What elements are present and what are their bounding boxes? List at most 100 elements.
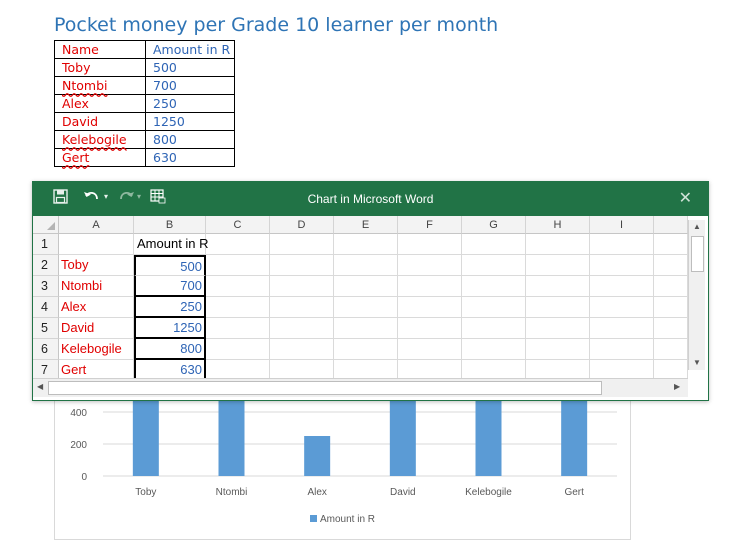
row-header-4[interactable]: 4 [33,297,59,318]
empty-cell[interactable] [334,234,398,255]
empty-cell[interactable] [590,360,654,378]
empty-cell[interactable] [590,297,654,318]
empty-cell[interactable] [270,234,334,255]
empty-cell[interactable] [334,360,398,378]
spreadsheet-grid[interactable]: A B C D E F G H I 1 2 3 4 5 6 7 Amount i… [33,216,688,378]
empty-cell[interactable] [398,276,462,297]
column-header-f[interactable]: F [398,216,462,234]
empty-cell[interactable] [206,360,270,378]
cell-a1[interactable] [59,234,134,255]
cell-a4[interactable]: Alex [59,297,134,318]
column-header-h[interactable]: H [526,216,590,234]
column-header-i[interactable]: I [590,216,654,234]
vertical-scroll-thumb[interactable] [691,236,704,272]
empty-cell[interactable] [334,297,398,318]
row-header-1[interactable]: 1 [33,234,59,255]
empty-cell[interactable] [398,318,462,339]
empty-cell[interactable] [590,339,654,360]
empty-cell[interactable] [654,297,688,318]
cell-a3[interactable]: Ntombi [59,276,134,297]
cell-b5[interactable]: 1250 [134,318,206,339]
empty-cell[interactable] [462,318,526,339]
empty-cell[interactable] [398,297,462,318]
empty-cell[interactable] [270,297,334,318]
empty-cell[interactable] [398,339,462,360]
cell-a7[interactable]: Gert [59,360,134,378]
cell-b4[interactable]: 250 [134,297,206,318]
empty-cell[interactable] [654,276,688,297]
empty-cell[interactable] [398,255,462,276]
empty-cell[interactable] [526,297,590,318]
empty-cell[interactable] [526,360,590,378]
empty-cell[interactable] [654,318,688,339]
empty-cell[interactable] [270,360,334,378]
empty-cell[interactable] [462,255,526,276]
cell-b7[interactable]: 630 [134,360,206,378]
empty-cell[interactable] [526,318,590,339]
empty-cell[interactable] [526,255,590,276]
row-header-6[interactable]: 6 [33,339,59,360]
empty-cell[interactable] [270,255,334,276]
cell-b3[interactable]: 700 [134,276,206,297]
cell-b2[interactable]: 500 [134,255,206,276]
cell-a2[interactable]: Toby [59,255,134,276]
empty-cell[interactable] [590,318,654,339]
select-all-corner[interactable] [33,216,59,234]
empty-cell[interactable] [398,234,462,255]
empty-cell[interactable] [206,297,270,318]
row-header-2[interactable]: 2 [33,255,59,276]
horizontal-scroll-thumb[interactable] [48,381,602,395]
empty-cell[interactable] [462,360,526,378]
scroll-up-icon[interactable]: ▲ [693,222,701,231]
column-header-c[interactable]: C [206,216,270,234]
column-header-g[interactable]: G [462,216,526,234]
empty-cell[interactable] [462,297,526,318]
cell-b1[interactable]: Amount in R [134,234,209,255]
scroll-down-icon[interactable]: ▼ [693,358,701,367]
column-header-a[interactable]: A [59,216,134,234]
empty-cell[interactable] [206,318,270,339]
empty-cell[interactable] [462,234,526,255]
column-header-j[interactable] [654,216,688,234]
row-header-3[interactable]: 3 [33,276,59,297]
empty-cell[interactable] [654,234,688,255]
empty-cell[interactable] [462,339,526,360]
row-header-7[interactable]: 7 [33,360,59,378]
empty-cell[interactable] [590,234,654,255]
empty-cell[interactable] [462,276,526,297]
empty-cell[interactable] [206,255,270,276]
empty-cell[interactable] [334,255,398,276]
cell-c1[interactable] [206,234,270,255]
empty-cell[interactable] [526,276,590,297]
scroll-right-icon[interactable]: ▶ [674,382,680,391]
empty-cell[interactable] [270,318,334,339]
cell-a6[interactable]: Kelebogile [59,339,134,360]
row-header-5[interactable]: 5 [33,318,59,339]
chart-data-window[interactable]: ▾ ▾ Chart in Microsoft Word ✕ A B C D E … [32,181,709,401]
empty-cell[interactable] [334,276,398,297]
empty-cell[interactable] [654,255,688,276]
empty-cell[interactable] [654,339,688,360]
empty-cell[interactable] [270,339,334,360]
column-header-b[interactable]: B [134,216,206,234]
scroll-left-icon[interactable]: ◀ [37,382,43,391]
cell-b6[interactable]: 800 [134,339,206,360]
column-header-d[interactable]: D [270,216,334,234]
empty-cell[interactable] [206,339,270,360]
empty-cell[interactable] [398,360,462,378]
empty-cell[interactable] [526,339,590,360]
empty-cell[interactable] [526,234,590,255]
horizontal-scrollbar[interactable]: ◀ ▶ [33,378,688,397]
empty-cell[interactable] [270,276,334,297]
empty-cell[interactable] [590,255,654,276]
empty-cell[interactable] [206,276,270,297]
empty-cell[interactable] [334,318,398,339]
empty-cell[interactable] [334,339,398,360]
empty-cell[interactable] [590,276,654,297]
vertical-scrollbar[interactable]: ▲ ▼ [688,220,705,370]
close-icon[interactable]: ✕ [679,188,692,208]
empty-cell[interactable] [654,360,688,378]
window-titlebar[interactable]: ▾ ▾ Chart in Microsoft Word ✕ [33,182,708,216]
column-header-e[interactable]: E [334,216,398,234]
cell-a5[interactable]: David [59,318,134,339]
